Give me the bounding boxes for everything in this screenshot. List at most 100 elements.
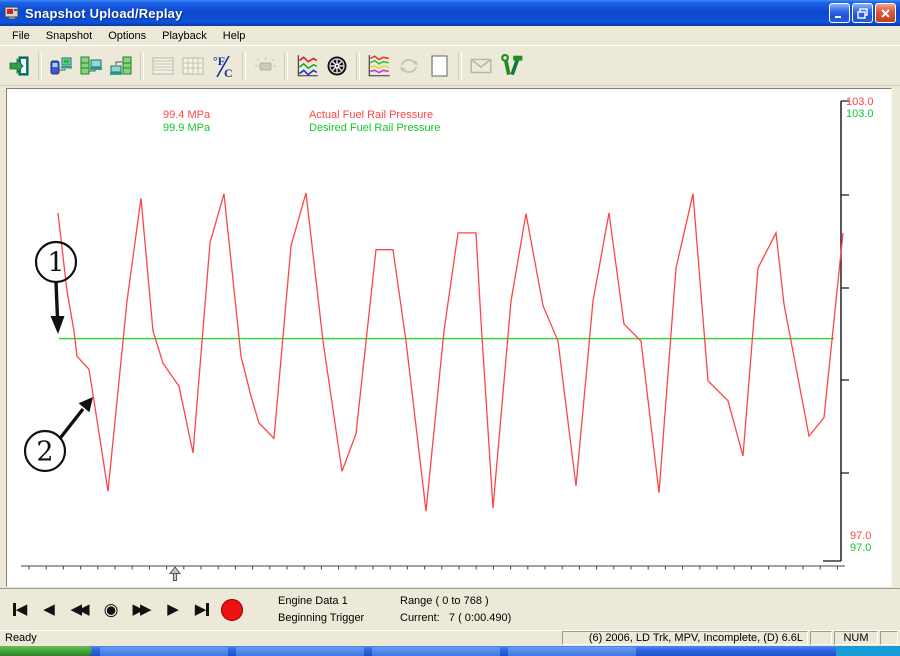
taskbar-window-button[interactable] — [236, 647, 364, 656]
strip-chart-view-button[interactable] — [364, 49, 394, 83]
menu-file[interactable]: File — [4, 28, 38, 44]
toolbar-separator — [458, 52, 462, 80]
axis-min-desired: 97.0 — [850, 542, 871, 554]
cabinet-to-laptop-icon — [79, 54, 103, 78]
step-back-button[interactable]: ◀ — [39, 598, 59, 622]
exit-button[interactable] — [4, 49, 34, 83]
toolbar-separator — [284, 52, 288, 80]
skip-to-start-button[interactable]: ◀ — [10, 598, 30, 622]
fast-forward-button[interactable]: ▶▶ — [130, 598, 154, 622]
toolbar: °F C — [0, 45, 900, 86]
trigger-point-icon: ◉ — [104, 603, 119, 616]
readout-actual-value: 99.4 MPa — [163, 109, 210, 121]
graph-view-button[interactable] — [292, 49, 322, 83]
data-table-view-button — [178, 49, 208, 83]
chart-area: 12 99.4 MPa 99.9 MPa Actual Fuel Rail Pr… — [6, 88, 892, 587]
toolbar-separator — [38, 52, 42, 80]
go-to-trigger-button[interactable]: ◉ — [101, 598, 121, 622]
laptop-to-cabinet-icon — [109, 54, 133, 78]
taskbar-window-button[interactable] — [508, 647, 636, 656]
gauge-view-button[interactable] — [322, 49, 352, 83]
restore-button[interactable] — [852, 3, 873, 23]
transfer-from-pc-button[interactable] — [106, 49, 136, 83]
windows-taskbar — [0, 646, 900, 656]
numlock-indicator: NUM — [834, 631, 878, 645]
menu-bar: File Snapshot Options Playback Help — [0, 26, 900, 45]
data-table-icon — [181, 54, 205, 78]
toolbar-separator — [356, 52, 360, 80]
skip-start-icon: ◀ — [16, 603, 28, 616]
units-toggle-button[interactable]: °F C — [208, 49, 238, 83]
app-icon — [4, 5, 20, 21]
annotation-number-2: 2 — [36, 437, 53, 468]
email-icon — [468, 53, 494, 79]
axis-max-desired: 103.0 — [846, 108, 874, 120]
status-pane-empty — [810, 631, 832, 645]
playback-info: Engine Data 1 Range ( 0 to 768 ) Beginni… — [278, 593, 511, 627]
timeline-position-indicator[interactable] — [170, 567, 180, 581]
menu-help[interactable]: Help — [215, 28, 254, 44]
snapshot-page-icon — [427, 54, 451, 78]
close-icon — [880, 8, 891, 19]
toolbar-separator — [242, 52, 246, 80]
playback-controls: ◀ ◀ ◀◀ ◉ ▶▶ ▶ ▶ — [10, 598, 278, 622]
snapshot-page-button[interactable] — [424, 49, 454, 83]
restore-icon — [857, 8, 868, 19]
range-label: Range ( 0 to 768 ) — [400, 595, 511, 607]
rewind-button[interactable]: ◀◀ — [68, 598, 92, 622]
waveform-plot: 12 — [7, 89, 891, 586]
lamp-icon — [253, 54, 277, 78]
session-info: (6) 2006, LD Trk, MPV, Incomplete, (D) 6… — [562, 631, 808, 645]
gauge-dial-icon — [325, 54, 349, 78]
legend-actual-label: Actual Fuel Rail Pressure — [309, 109, 433, 121]
tools-button[interactable] — [496, 49, 526, 83]
close-button[interactable] — [875, 3, 896, 23]
axis-max-actual: 103.0 — [846, 96, 874, 108]
email-button — [466, 49, 496, 83]
transfer-to-pc-button[interactable] — [76, 49, 106, 83]
minimize-button[interactable] — [829, 3, 850, 23]
strip-chart-icon — [366, 53, 392, 79]
line-graph-icon — [294, 53, 320, 79]
skip-to-end-button[interactable]: ▶ — [192, 598, 212, 622]
annotation-arrow-1 — [51, 316, 65, 334]
replay-loop-icon — [397, 54, 421, 78]
menu-snapshot[interactable]: Snapshot — [38, 28, 100, 44]
axis-min-actual: 97.0 — [850, 530, 871, 542]
svg-text:C: C — [224, 66, 233, 79]
minimize-icon — [834, 8, 845, 19]
start-button[interactable] — [0, 646, 92, 656]
record-icon — [221, 599, 243, 621]
window-title: Snapshot Upload/Replay — [25, 6, 183, 21]
scan-tool-to-pc-icon — [49, 54, 73, 78]
status-message: Ready — [0, 631, 560, 645]
replay-loop-button — [394, 49, 424, 83]
taskbar-window-button[interactable] — [100, 647, 228, 656]
status-bar: Ready (6) 2006, LD Trk, MPV, Incomplete,… — [0, 630, 900, 646]
status-pane-empty — [880, 631, 898, 645]
record-stop-button[interactable] — [221, 598, 243, 622]
step-back-icon: ◀ — [43, 603, 55, 616]
step-forward-icon: ▶ — [167, 603, 179, 616]
menu-playback[interactable]: Playback — [154, 28, 215, 44]
fast-forward-icon: ▶▶ — [132, 603, 147, 616]
exit-door-icon — [7, 54, 31, 78]
title-bar: Snapshot Upload/Replay — [0, 0, 900, 26]
skip-end-icon — [206, 603, 209, 616]
skip-end-icon: ▶ — [195, 603, 207, 616]
system-tray — [836, 646, 900, 656]
taskbar-window-button[interactable] — [372, 647, 500, 656]
upload-from-tool-button[interactable] — [46, 49, 76, 83]
current-position: Current: 7 ( 0:00.490) — [400, 612, 511, 624]
fahrenheit-celsius-icon: °F C — [210, 53, 236, 79]
data-list-view-button — [148, 49, 178, 83]
readout-desired-value: 99.9 MPa — [163, 122, 210, 134]
toolbar-separator — [140, 52, 144, 80]
tools-icon — [498, 53, 524, 79]
snapshot-name: Engine Data 1 — [278, 595, 400, 607]
playback-bar: ◀ ◀ ◀◀ ◉ ▶▶ ▶ ▶ Engine Data 1 Range ( 0 … — [0, 588, 900, 630]
step-forward-button[interactable]: ▶ — [163, 598, 183, 622]
legend-desired-label: Desired Fuel Rail Pressure — [309, 122, 440, 134]
menu-options[interactable]: Options — [100, 28, 154, 44]
annotation-number-1: 1 — [47, 248, 64, 279]
